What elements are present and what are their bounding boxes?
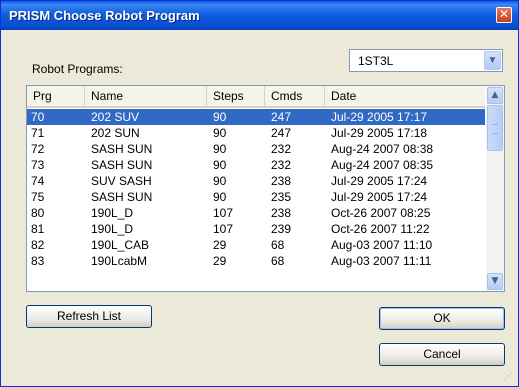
program-list[interactable]: Prg Name Steps Cmds Date 70 202 SUV 90 247 J… [26, 85, 505, 292]
close-button[interactable]: ✕ [496, 7, 512, 23]
column-header-date[interactable]: Date [325, 86, 485, 106]
cell-steps: 90 [213, 110, 227, 124]
cell-cmds: 247 [271, 110, 292, 124]
table-row[interactable]: 71 202 SUN 90 247 Jul-29 2005 17:18 [27, 125, 485, 141]
cell-date: Oct-26 2007 11:22 [331, 222, 430, 236]
cell-name: 202 SUV [91, 110, 140, 124]
cell-date: Aug-03 2007 11:11 [331, 254, 432, 268]
cell-cmds: 238 [271, 174, 292, 188]
robot-select-dropdown[interactable]: 1ST3L ▼ [349, 49, 503, 72]
cell-steps: 107 [213, 206, 234, 220]
cell-name: 190L_D [91, 206, 134, 220]
cell-date: Aug-24 2007 08:35 [331, 158, 434, 172]
cell-cmds: 238 [271, 206, 292, 220]
table-row[interactable]: 83 190LcabM 29 68 Aug-03 2007 11:11 [27, 253, 485, 269]
list-header: Prg Name Steps Cmds Date [27, 86, 485, 108]
cell-prg: 81 [31, 222, 45, 236]
robot-programs-label: Robot Programs: [32, 62, 123, 76]
cell-date: Oct-26 2007 08:25 [331, 206, 431, 220]
cell-name: SASH SUN [91, 190, 153, 204]
cell-prg: 75 [31, 190, 45, 204]
cell-steps: 90 [213, 142, 227, 156]
table-row[interactable]: 80 190L_D 107 238 Oct-26 2007 08:25 [27, 205, 485, 221]
cell-name: 202 SUN [91, 126, 140, 140]
cell-prg: 80 [31, 206, 45, 220]
cell-prg: 83 [31, 254, 45, 268]
title-bar[interactable]: PRISM Choose Robot Program ✕ [1, 1, 518, 30]
cell-date: Aug-03 2007 11:10 [331, 238, 433, 252]
cell-cmds: 68 [271, 254, 285, 268]
vertical-scrollbar[interactable]: ▲ ▼ [486, 86, 504, 291]
resize-grip-icon[interactable]: ⋰ [504, 372, 514, 382]
cell-steps: 29 [213, 254, 227, 268]
cell-date: Jul-29 2005 17:18 [331, 126, 428, 140]
cell-cmds: 68 [271, 238, 285, 252]
column-header-name[interactable]: Name [85, 86, 207, 106]
table-row[interactable]: 75 SASH SUN 90 235 Jul-29 2005 17:24 [27, 189, 485, 205]
scroll-up-icon[interactable]: ▲ [487, 87, 503, 104]
table-row[interactable]: 74 SUV SASH 90 238 Jul-29 2005 17:24 [27, 173, 485, 189]
table-row[interactable]: 70 202 SUV 90 247 Jul-29 2005 17:17 [27, 109, 485, 125]
table-row[interactable]: 82 190L_CAB 29 68 Aug-03 2007 11:10 [27, 237, 485, 253]
cell-name: SUV SASH [91, 174, 152, 188]
cancel-button[interactable]: Cancel [379, 343, 505, 366]
cell-cmds: 232 [271, 142, 292, 156]
table-row[interactable]: 81 190L_D 107 239 Oct-26 2007 11:22 [27, 221, 485, 237]
cell-steps: 29 [213, 238, 227, 252]
cell-steps: 90 [213, 174, 227, 188]
cell-prg: 71 [31, 126, 45, 140]
cell-name: 190L_D [91, 222, 134, 236]
window-title: PRISM Choose Robot Program [9, 8, 200, 23]
column-header-steps[interactable]: Steps [207, 86, 265, 106]
cell-steps: 90 [213, 158, 227, 172]
chevron-down-icon[interactable]: ▼ [484, 51, 501, 70]
cell-name: SASH SUN [91, 142, 153, 156]
cell-steps: 90 [213, 126, 227, 140]
cell-steps: 107 [213, 222, 234, 236]
cell-prg: 82 [31, 238, 45, 252]
grip-icon [493, 124, 498, 134]
cell-date: Jul-29 2005 17:17 [331, 110, 428, 124]
cell-cmds: 235 [271, 190, 292, 204]
cell-name: SASH SUN [91, 158, 153, 172]
cell-cmds: 232 [271, 158, 292, 172]
cell-name: 190L_CAB [91, 238, 150, 252]
cell-cmds: 247 [271, 126, 292, 140]
refresh-list-button[interactable]: Refresh List [26, 305, 152, 328]
cell-date: Jul-29 2005 17:24 [331, 190, 428, 204]
ok-button[interactable]: OK [379, 307, 505, 330]
cell-prg: 74 [31, 174, 45, 188]
cell-prg: 70 [31, 110, 45, 124]
table-row[interactable]: 72 SASH SUN 90 232 Aug-24 2007 08:38 [27, 141, 485, 157]
robot-select-value: 1ST3L [358, 54, 394, 68]
cell-prg: 73 [31, 158, 45, 172]
list-rows: 70 202 SUV 90 247 Jul-29 2005 17:17 71 202 SUN… [27, 109, 485, 269]
cell-name: 190LcabM [91, 254, 148, 268]
cell-prg: 72 [31, 142, 45, 156]
cell-cmds: 239 [271, 222, 292, 236]
cell-steps: 90 [213, 190, 227, 204]
column-header-cmds[interactable]: Cmds [265, 86, 325, 106]
cell-date: Jul-29 2005 17:24 [331, 174, 428, 188]
scroll-down-icon[interactable]: ▼ [487, 273, 503, 290]
table-row[interactable]: 73 SASH SUN 90 232 Aug-24 2007 08:35 [27, 157, 485, 173]
dialog-window: PRISM Choose Robot Program ✕ Robot Progr… [0, 0, 519, 387]
column-header-prg[interactable]: Prg [27, 86, 85, 106]
scroll-thumb[interactable] [487, 105, 503, 151]
cell-date: Aug-24 2007 08:38 [331, 142, 434, 156]
